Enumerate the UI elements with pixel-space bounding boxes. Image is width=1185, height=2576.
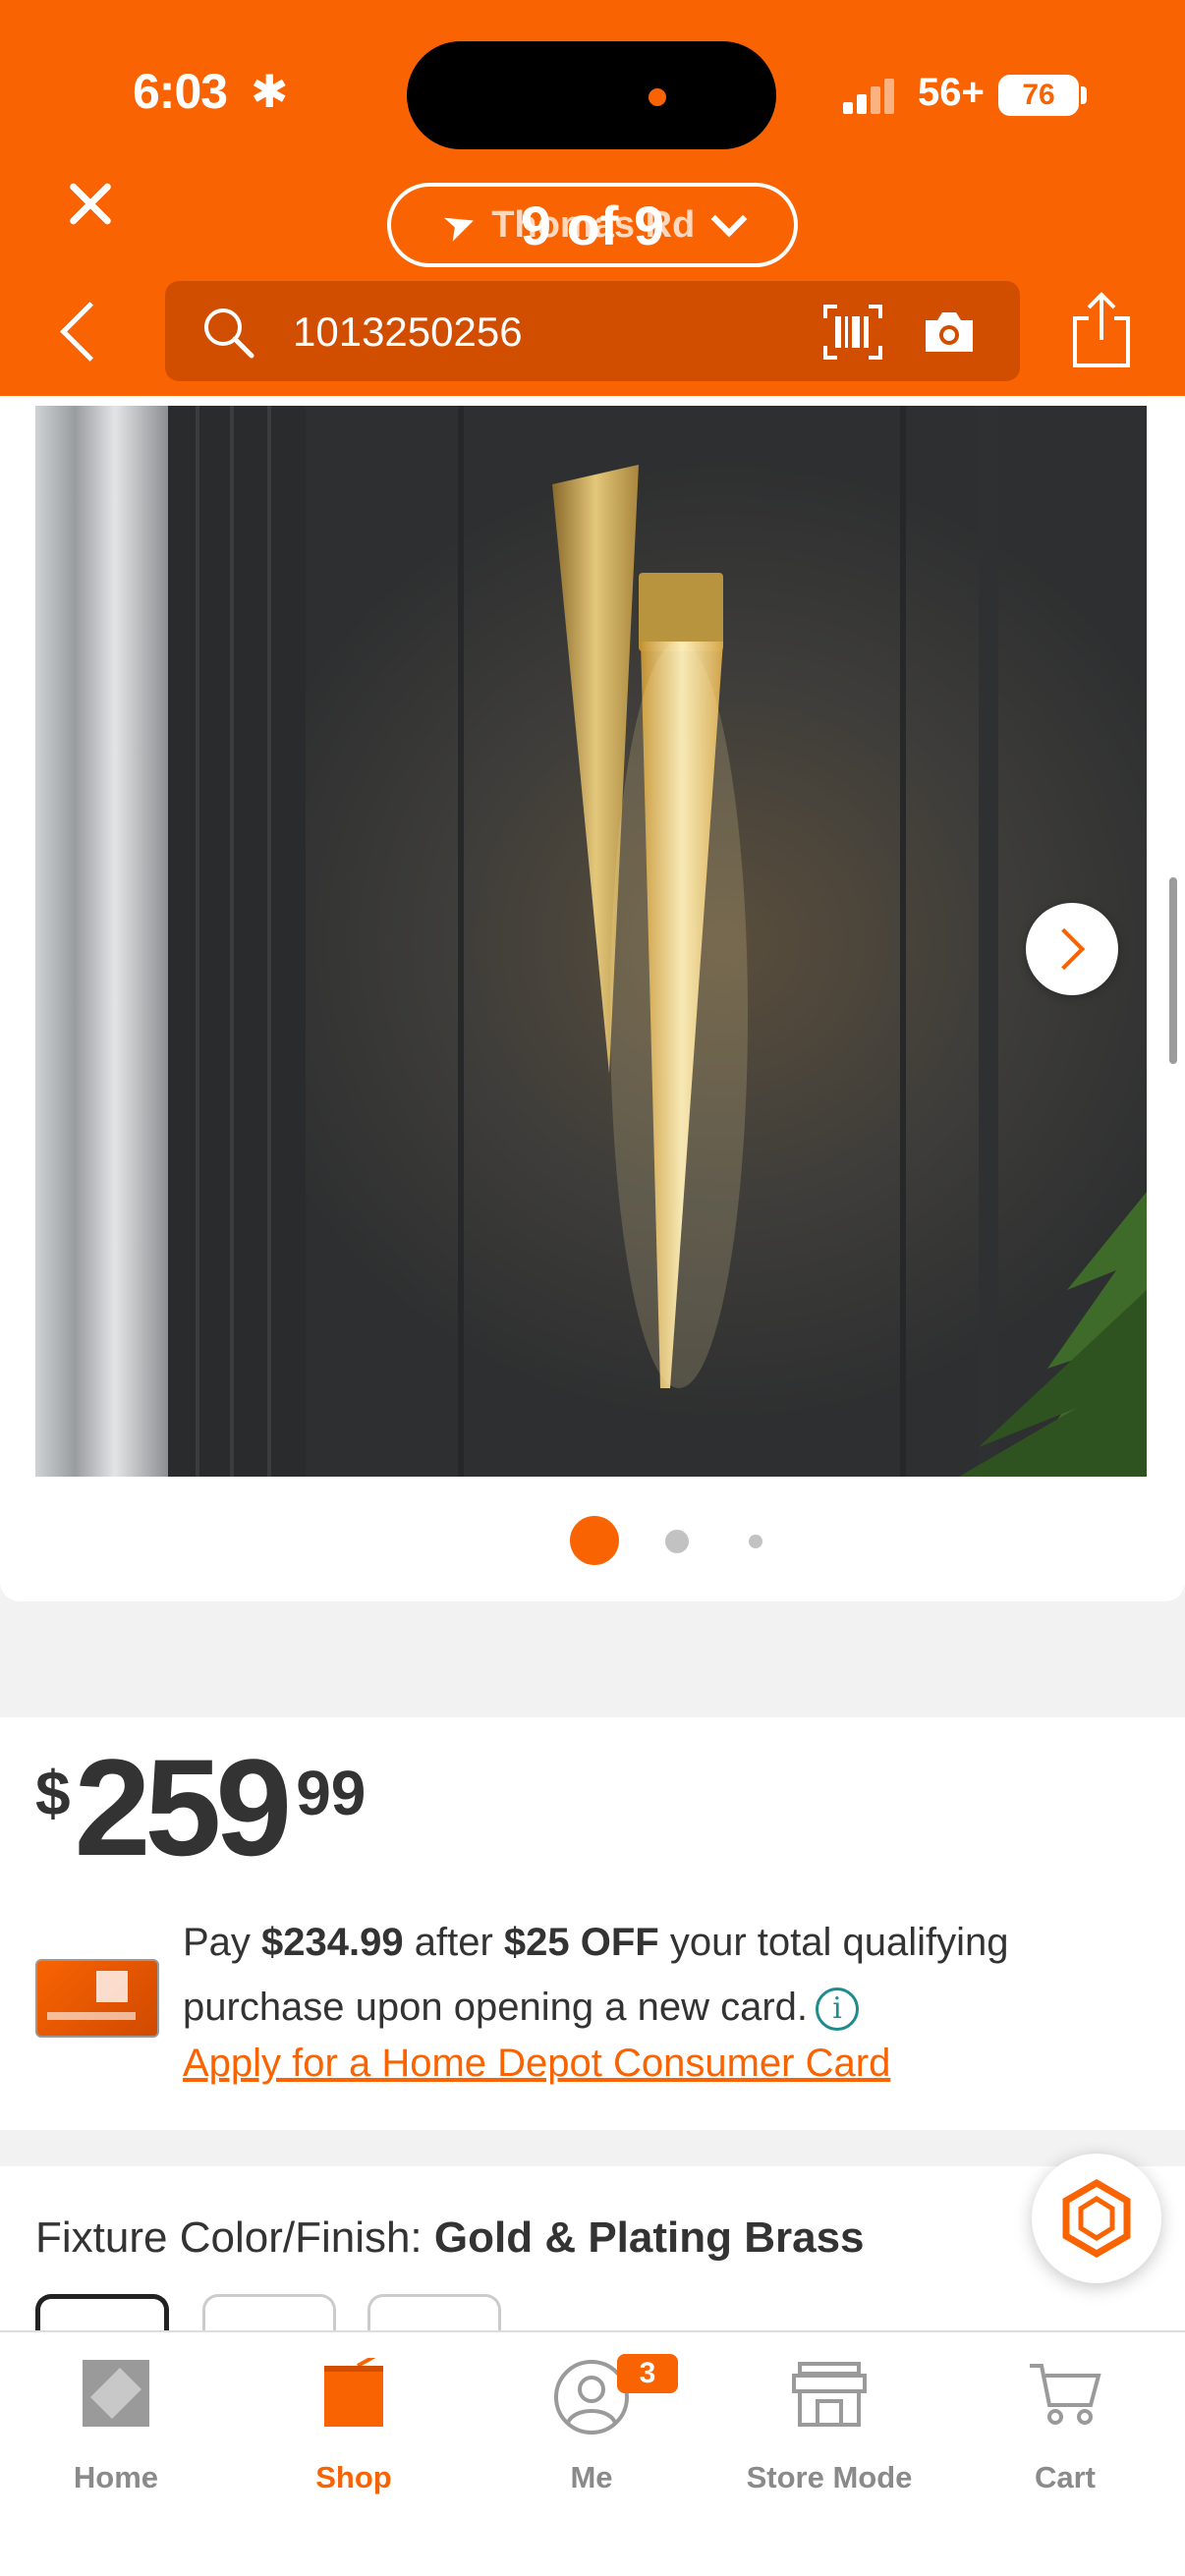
cart-icon (1030, 2364, 1101, 2425)
tab-label: Me (570, 2460, 613, 2494)
shopping-bucket-icon (324, 2358, 383, 2427)
network-type: 56+ (918, 71, 985, 114)
signal-strength-icon (843, 79, 902, 114)
tab-label: Home (73, 2460, 159, 2494)
chevron-down-icon (710, 200, 748, 238)
price-card: $ 259 99 Pay $234.99 after $25 OFF your … (0, 1717, 1185, 2130)
info-icon[interactable]: i (816, 1988, 860, 2032)
price-dollars: 259 (74, 1730, 293, 1884)
tab-label: Store Mode (746, 2460, 913, 2494)
credit-card-image (35, 1959, 159, 2038)
tab-shop[interactable]: Shop (255, 2352, 452, 2499)
card-promo-text: Pay $234.99 after $25 OFF your total qua… (183, 1910, 1126, 2040)
search-icon (204, 308, 254, 359)
tab-label: Cart (1034, 2460, 1096, 2494)
tab-label: Shop (315, 2460, 392, 2494)
store-name: Thomas Rd (491, 203, 696, 246)
search-input[interactable]: 1013250256 (165, 281, 1020, 381)
store-front-icon (792, 2362, 867, 2427)
hexagon-logo-icon (1062, 2178, 1131, 2259)
location-arrow-icon: ➤ (436, 198, 482, 252)
image-gallery (0, 396, 1185, 1601)
tab-home[interactable]: Home (18, 2352, 214, 2499)
chat-assistant-button[interactable] (1032, 2154, 1161, 2283)
product-image[interactable] (35, 406, 1147, 1477)
dynamic-island (407, 41, 776, 149)
battery-icon: 76 (998, 75, 1079, 116)
pagination-dot[interactable] (665, 1530, 689, 1553)
app-screen: 6:03 ✱ 56+ 76 ➤ Thomas Rd 9 of 9 1013250… (0, 0, 1185, 2576)
finish-value: Gold & Plating Brass (433, 2213, 865, 2262)
pagination-dot[interactable] (749, 1535, 762, 1548)
price-currency: $ (35, 1758, 71, 1828)
finish-label: Fixture Color/Finish: Gold & Plating Bra… (35, 2213, 865, 2263)
mute-bell-icon: ✱ (251, 66, 289, 117)
status-bar: 6:03 ✱ 56+ 76 (0, 0, 1185, 187)
status-time: 6:03 (133, 64, 228, 119)
promo-discounted-price: $234.99 (261, 1921, 404, 1964)
promo-text-pre: Pay (183, 1921, 262, 1964)
camera-icon[interactable] (922, 307, 977, 356)
camera-indicator-dot (649, 88, 666, 106)
back-button[interactable] (55, 297, 104, 365)
promo-discount: $25 OFF (503, 1921, 659, 1964)
image-pagination-dots (0, 1516, 1185, 1565)
next-image-button[interactable] (1026, 903, 1118, 995)
promo-text-mid: after (403, 1921, 504, 1964)
search-query: 1013250256 (293, 308, 523, 355)
finish-label-text: Fixture Color/Finish: (35, 2213, 434, 2262)
price-cents: 99 (296, 1758, 367, 1828)
home-depot-logo (96, 1971, 128, 2002)
apply-card-link[interactable]: Apply for a Home Depot Consumer Card (183, 2042, 890, 2086)
tab-me[interactable]: 3 Me (493, 2352, 690, 2499)
tab-cart[interactable]: Cart (967, 2352, 1163, 2499)
share-icon[interactable] (1067, 291, 1136, 369)
home-depot-logo-icon (83, 2360, 149, 2427)
store-selector[interactable]: ➤ Thomas Rd (387, 183, 798, 267)
notification-badge: 3 (617, 2354, 678, 2393)
scroll-indicator (1169, 877, 1177, 1064)
card-number-stripe (47, 2012, 136, 2020)
product-price: $ 259 99 (35, 1739, 366, 1876)
close-button[interactable] (61, 175, 120, 234)
pagination-dot[interactable] (570, 1516, 619, 1565)
tab-store-mode[interactable]: Store Mode (731, 2352, 928, 2499)
battery-tip (1081, 86, 1087, 104)
barcode-scan-icon[interactable] (823, 305, 882, 360)
bottom-tab-bar: Home Shop 3 Me Store Mode Cart (0, 2330, 1185, 2576)
header: 6:03 ✱ 56+ 76 ➤ Thomas Rd 9 of 9 1013250… (0, 0, 1185, 396)
